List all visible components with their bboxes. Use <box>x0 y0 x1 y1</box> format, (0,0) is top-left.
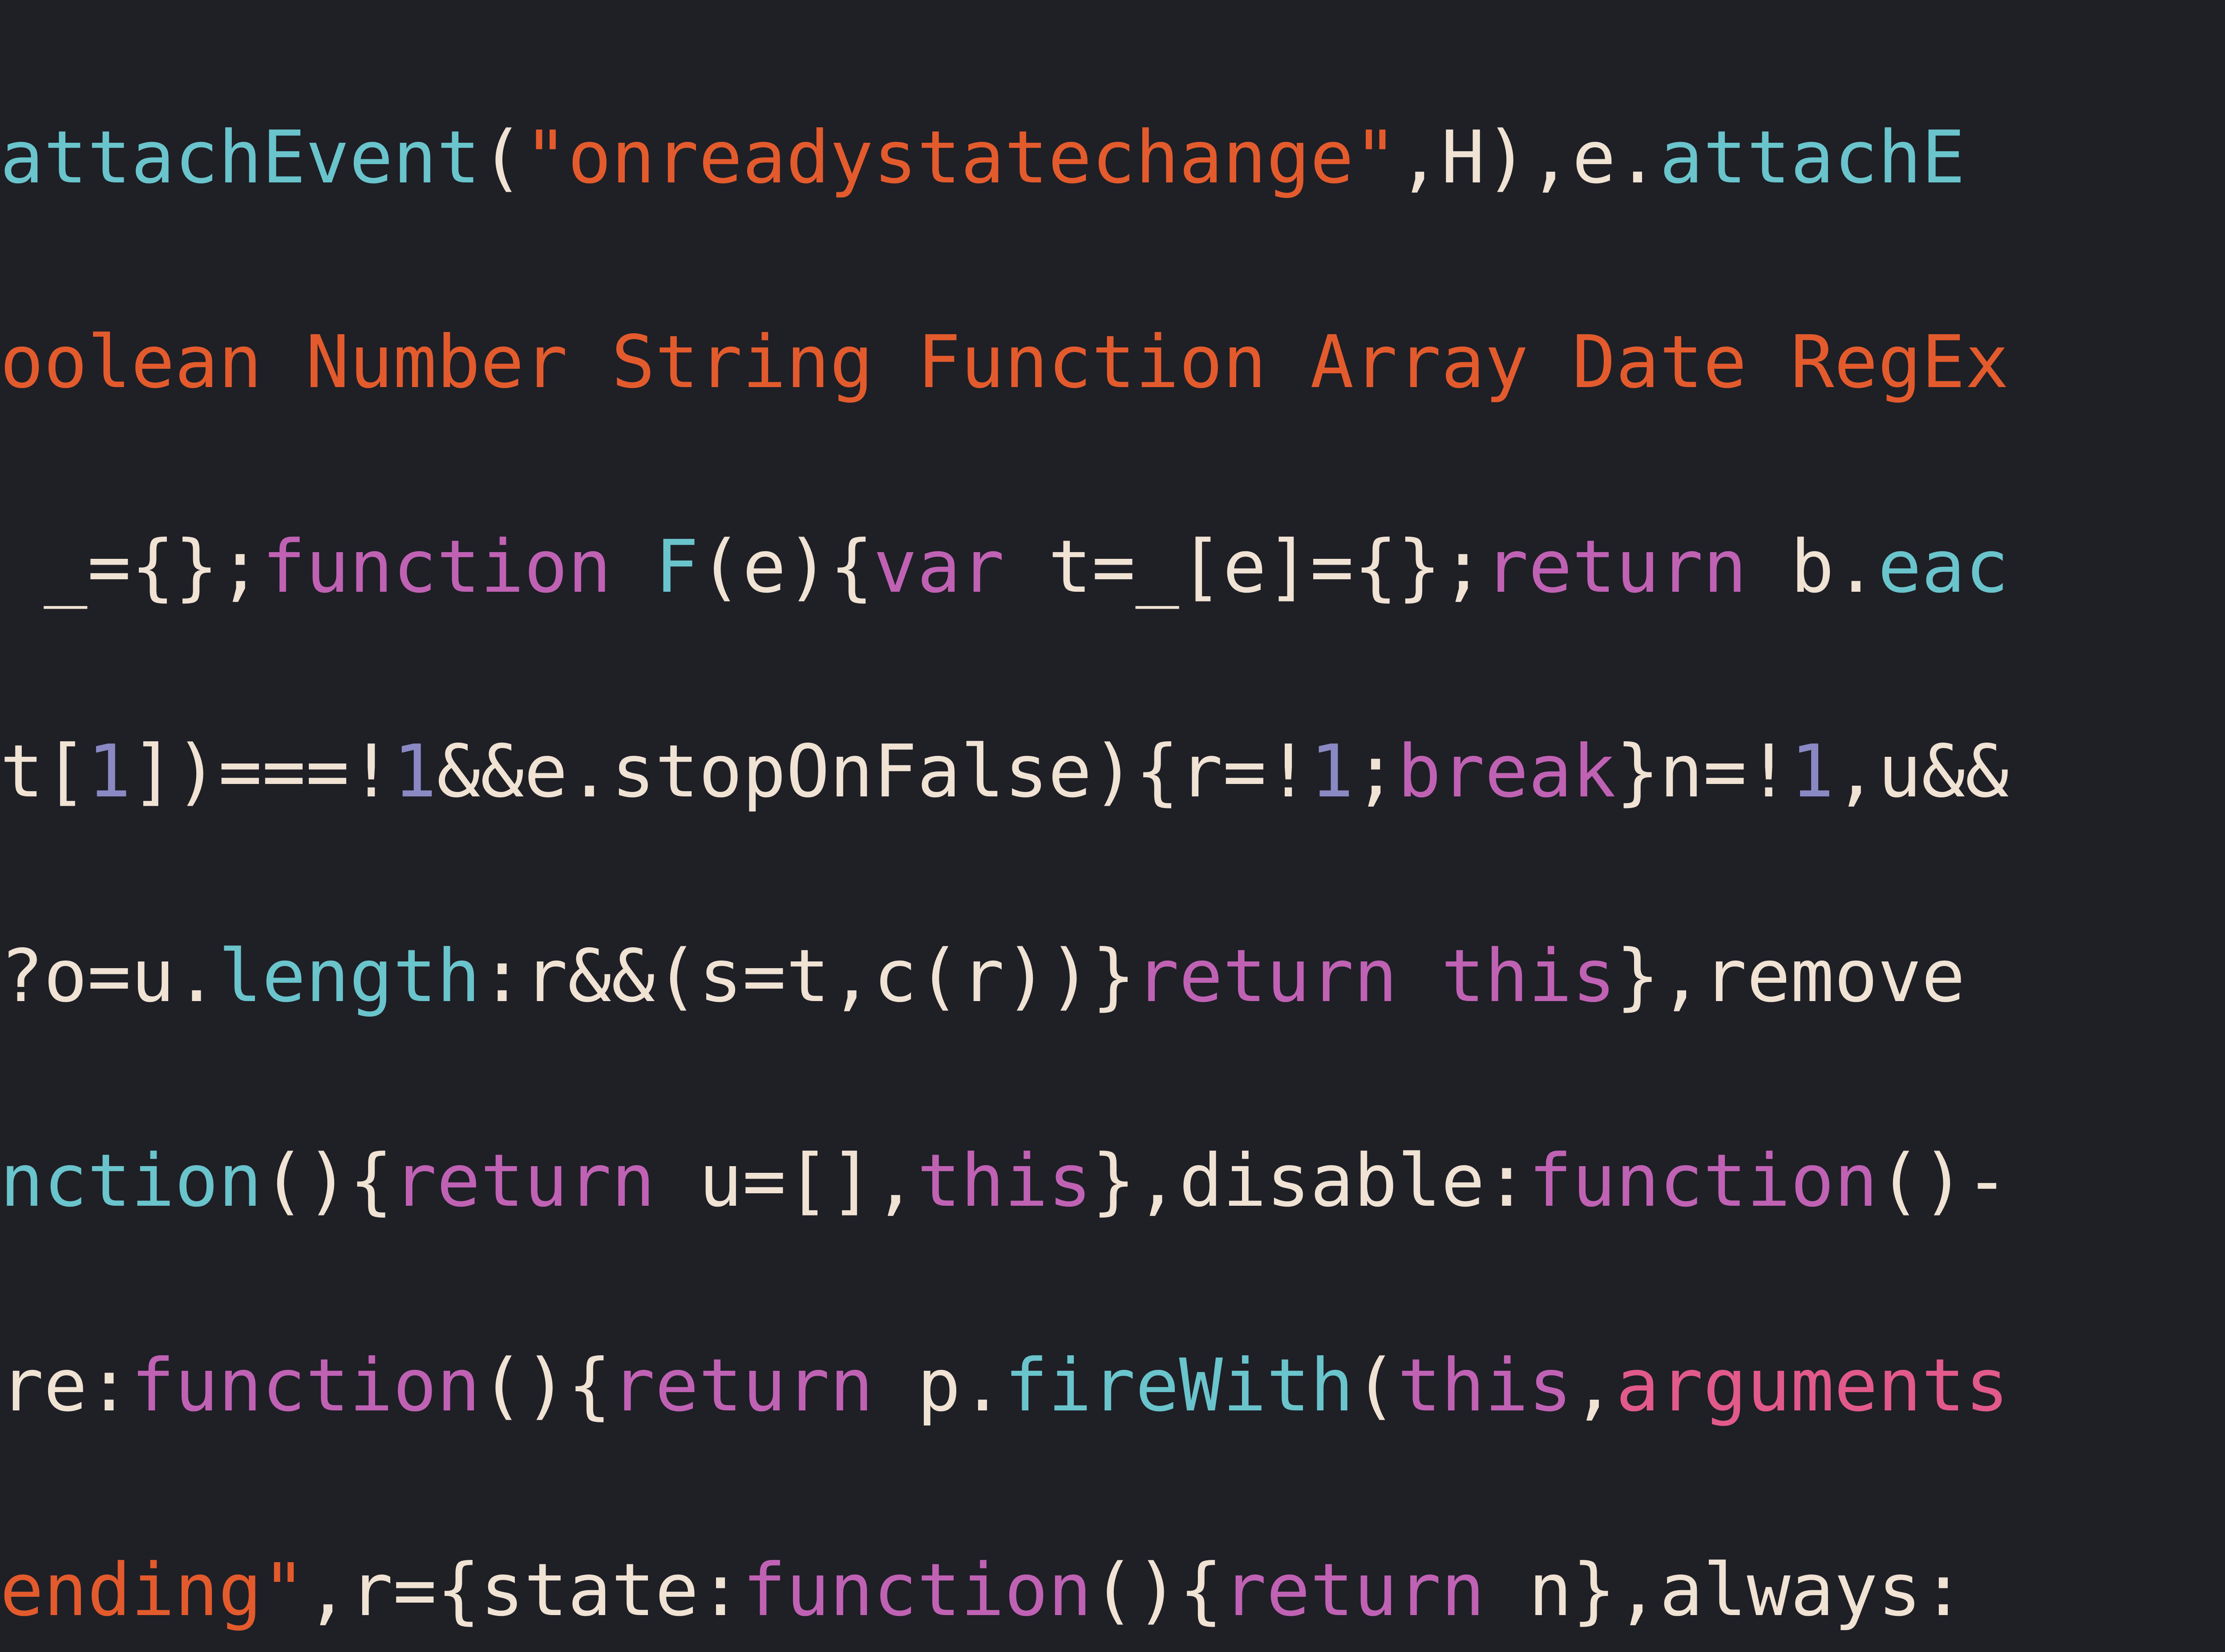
tok-punct: ,H),e. <box>1397 116 1659 200</box>
code-line: attachEvent("onreadystatechange",H),e.at… <box>0 107 2225 209</box>
tok-keyword: this <box>1397 1344 1572 1428</box>
tok-code: }n=! <box>1616 730 1791 814</box>
tok-code: },remove <box>1616 934 1965 1018</box>
tok-code: p. <box>874 1344 1004 1428</box>
tok-punct: _={}; <box>0 525 262 609</box>
tok-identifier: length <box>218 934 481 1018</box>
tok-code: ,r={state: <box>306 1548 742 1632</box>
tok-punct: (){ <box>1092 1548 1222 1632</box>
tok-punct: ])===! <box>131 730 393 814</box>
tok-keyword: function <box>742 1548 1092 1632</box>
tok-number: 1 <box>1791 730 1834 814</box>
tok-keyword: function <box>131 1344 480 1428</box>
tok-code: :r&&(s=t,c(r))} <box>480 934 1135 1018</box>
tok-code: u=[], <box>655 1139 917 1223</box>
tok-identifier: attachE <box>1659 116 1965 200</box>
tok-string: ending" <box>0 1548 306 1632</box>
tok-string: oolean Number String Function Array Date… <box>0 320 2009 404</box>
tok-identifier: attachEvent <box>0 116 480 200</box>
code-editor[interactable]: attachEvent("onreadystatechange",H),e.at… <box>0 0 2225 1652</box>
tok-string: "onreadystatechange" <box>524 116 1398 200</box>
tok-number: 1 <box>1310 730 1354 814</box>
tok-punct: ( <box>1354 1344 1397 1428</box>
tok-code: ?o=u. <box>0 934 218 1018</box>
code-line: oolean Number String Function Array Date… <box>0 311 2225 414</box>
tok-builtin: arguments <box>1616 1344 2009 1428</box>
tok-punct: ( <box>480 116 524 200</box>
tok-keyword: return <box>1223 1548 1485 1632</box>
tok-code: re: <box>0 1344 131 1428</box>
tok-code: ()- <box>1878 1139 2009 1223</box>
tok-keyword: break <box>1397 730 1616 814</box>
tok-punct: (){ <box>262 1139 393 1223</box>
tok-punct: ; <box>1354 730 1397 814</box>
tok-punct: b. <box>1747 525 1877 609</box>
tok-identifier: nction <box>0 1139 262 1223</box>
tok-code: },disable: <box>1092 1139 1528 1223</box>
tok-keyword: var <box>874 525 1004 609</box>
tok-keyword: function <box>262 525 611 609</box>
tok-identifier: eac <box>1878 525 2009 609</box>
code-line: re:function(){return p.fireWith(this,arg… <box>0 1335 2225 1437</box>
tok-code: ,u&& <box>1834 730 2009 814</box>
tok-code: n},always: <box>1485 1548 1965 1632</box>
tok-punct: (){ <box>480 1344 611 1428</box>
tok-keyword: this <box>917 1139 1092 1223</box>
tok-punct: (e){ <box>699 525 874 609</box>
tok-keyword: return <box>611 1344 874 1428</box>
tok-number: 1 <box>87 730 131 814</box>
code-line: ending",r={state:function(){return n},al… <box>0 1539 2225 1642</box>
tok-identifier: F <box>611 525 699 609</box>
tok-keyword: return this <box>1136 934 1616 1018</box>
code-line: ?o=u.length:r&&(s=t,c(r))}return this},r… <box>0 925 2225 1028</box>
tok-punct: t[ <box>0 730 87 814</box>
tok-punct: , <box>1572 1344 1616 1428</box>
tok-keyword: return <box>1485 525 1747 609</box>
tok-code: &&e.stopOnFalse){r=! <box>437 730 1310 814</box>
tok-keyword: function <box>1529 1139 1878 1223</box>
tok-punct: t=_[e]={}; <box>1004 525 1485 609</box>
code-line: t[1])===!1&&e.stopOnFalse){r=!1;break}n=… <box>0 721 2225 823</box>
code-line: _={};function F(e){var t=_[e]={};return … <box>0 516 2225 618</box>
tok-keyword: return <box>393 1139 655 1223</box>
tok-number: 1 <box>393 730 437 814</box>
tok-identifier: fireWith <box>1004 1344 1354 1428</box>
code-line: nction(){return u=[],this},disable:funct… <box>0 1130 2225 1232</box>
